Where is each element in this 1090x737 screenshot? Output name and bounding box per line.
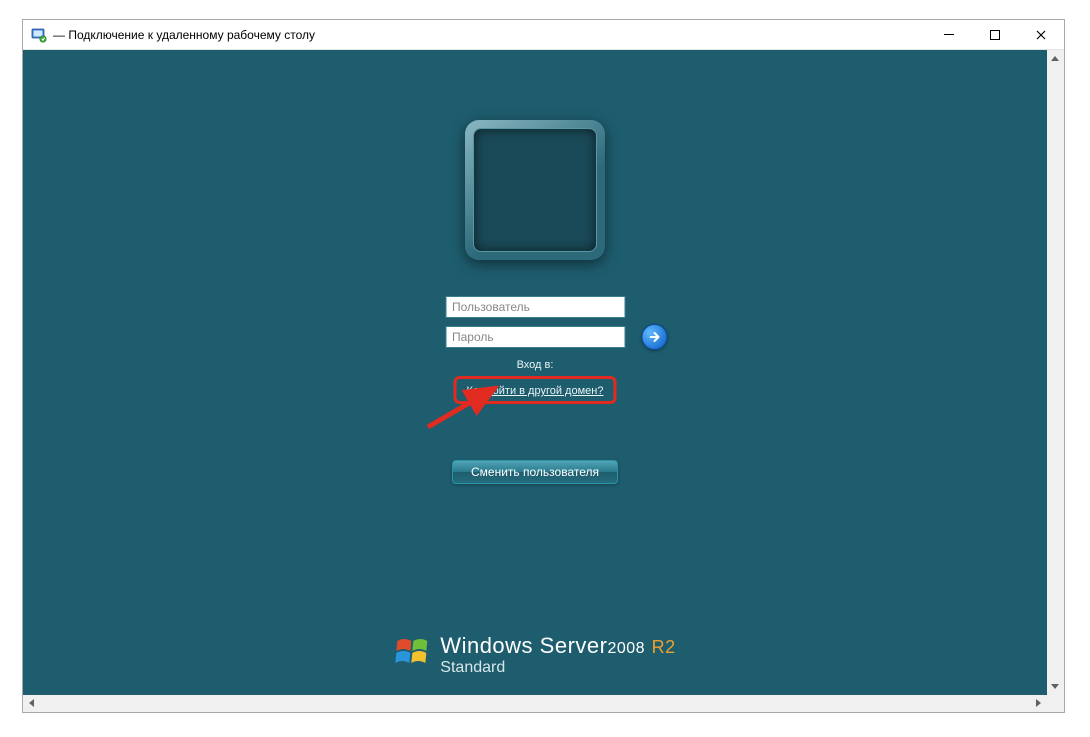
username-input[interactable] — [445, 296, 625, 318]
scroll-corner — [1047, 695, 1064, 712]
horizontal-scrollbar[interactable] — [23, 695, 1047, 712]
vertical-scrollbar[interactable] — [1047, 50, 1064, 695]
maximize-button[interactable] — [972, 20, 1018, 49]
close-button[interactable] — [1018, 20, 1064, 49]
password-input[interactable] — [445, 326, 625, 348]
brand-release: R2 — [652, 637, 676, 657]
windows-logo-icon — [394, 635, 430, 671]
submit-button[interactable] — [642, 324, 668, 350]
switch-user-button[interactable]: Сменить пользователя — [452, 460, 618, 484]
other-domain-link[interactable]: Как войти в другой домен? — [467, 385, 604, 397]
brand-text: Windows Server2008 R2 Standard — [440, 633, 675, 677]
title-bar: — Подключение к удаленному рабочему стол… — [23, 20, 1064, 50]
user-avatar — [473, 128, 597, 252]
window-title: — Подключение к удаленному рабочему стол… — [53, 28, 926, 42]
rdp-window: — Подключение к удаленному рабочему стол… — [22, 19, 1065, 713]
brand-year: 2008 — [607, 640, 645, 657]
login-screen: Вход в: Как войти в другой домен? Сменит… — [23, 50, 1047, 695]
branding: Windows Server2008 R2 Standard — [394, 633, 675, 677]
brand-product: Windows Server — [440, 633, 607, 658]
domain-label: Вход в: — [517, 359, 554, 371]
rdp-icon — [31, 27, 47, 43]
highlight-box: Как войти в другой домен? — [454, 376, 617, 404]
window-controls — [926, 20, 1064, 49]
minimize-button[interactable] — [926, 20, 972, 49]
brand-edition: Standard — [440, 659, 675, 677]
user-avatar-frame — [465, 120, 605, 260]
login-form: Вход в: Как войти в другой домен? — [433, 296, 638, 404]
client-area: Вход в: Как войти в другой домен? Сменит… — [23, 50, 1064, 695]
